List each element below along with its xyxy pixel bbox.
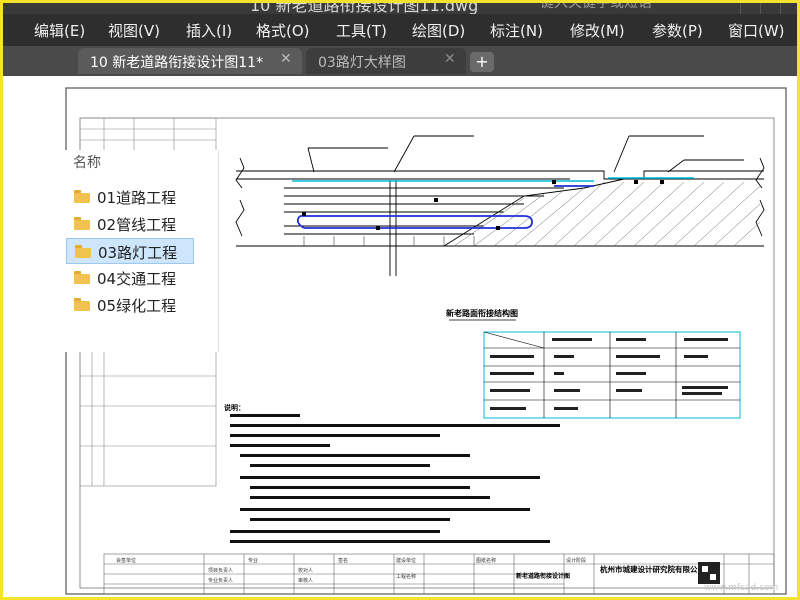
folder-icon: [74, 271, 90, 284]
folder-label: 03路灯工程: [98, 244, 178, 262]
pavement-section-drawing: [235, 135, 765, 276]
menu-format[interactable]: 格式(O): [256, 20, 310, 41]
tb-label-design-stage: 设计阶段: [566, 557, 586, 564]
tb-label-checker: 校对人: [298, 567, 313, 574]
folder-icon: [74, 217, 90, 230]
folder-item-pipeline-engineering[interactable]: 02管线工程: [66, 211, 194, 237]
folder-icon: [74, 298, 90, 311]
existing-road-hatch: [453, 181, 761, 247]
tab-label: 03路灯大样图: [318, 55, 406, 71]
new-tab-button[interactable]: +: [470, 52, 494, 72]
panel-header-name: 名称: [73, 155, 101, 171]
notes-label: 说明：: [224, 403, 245, 412]
maximize-button[interactable]: [760, 0, 781, 14]
tab-close-icon[interactable]: ✕: [444, 51, 456, 67]
tb-label-signature: 签名: [338, 557, 348, 564]
tb-label-owner: 建设单位: [396, 557, 416, 564]
folder-item-greening-engineering[interactable]: 05绿化工程: [66, 292, 194, 318]
folder-label: 01道路工程: [97, 189, 177, 207]
folder-label: 05绿化工程: [97, 297, 177, 315]
tb-label-discipline: 专业: [248, 557, 258, 564]
menu-bar: 编辑(E) 视图(V) 插入(I) 格式(O) 工具(T) 绘图(D) 标注(N…: [0, 14, 800, 46]
folder-label: 04交通工程: [97, 270, 177, 288]
title-bar: 10 新老道路衔接设计图11.dwg 键入关键字或短语: [0, 0, 800, 14]
menu-insert[interactable]: 插入(I): [186, 20, 232, 41]
folder-item-road-engineering[interactable]: 01道路工程: [66, 184, 194, 210]
folder-item-street-light-engineering[interactable]: 03路灯工程: [66, 238, 194, 264]
tb-label-discipline-lead: 专业负责人: [208, 577, 233, 584]
menu-modify[interactable]: 修改(M): [570, 20, 625, 41]
search-box-hint[interactable]: 键入关键字或短语: [540, 0, 652, 12]
menu-tools[interactable]: 工具(T): [336, 20, 387, 41]
window-title: 10 新老道路衔接设计图11.dwg: [250, 0, 479, 14]
menu-edit[interactable]: 编辑(E): [34, 20, 85, 41]
base-hatch-strip: [303, 236, 475, 246]
close-window-button[interactable]: [780, 0, 800, 14]
minimize-button[interactable]: [740, 0, 761, 14]
watermark-text: www.mfcad.com: [704, 583, 778, 593]
tb-label-reviewer: 审核人: [298, 577, 313, 584]
folder-icon: [75, 245, 91, 258]
geogrid-cyan-lines: [292, 177, 694, 182]
tb-label-project-lead: 项目负责人: [208, 567, 233, 574]
tb-label-countersign: 会签单位: [116, 557, 136, 564]
folder-label: 02管线工程: [97, 216, 177, 234]
menu-parameter[interactable]: 参数(P): [652, 20, 703, 41]
tab-label: 10 新老道路衔接设计图11*: [90, 55, 264, 71]
menu-window[interactable]: 窗口(W): [728, 20, 785, 41]
tb-company-name: 杭州市城建设计研究院有限公司: [600, 564, 705, 574]
design-notes-text: [230, 414, 560, 543]
tab-street-light-detail[interactable]: 03路灯大样图 ✕: [306, 48, 466, 74]
menu-view[interactable]: 视图(V): [108, 20, 160, 41]
qr-code-mark: [698, 562, 720, 584]
folder-icon: [74, 190, 90, 203]
tb-sheet-title: 新老道路衔接设计图: [516, 572, 570, 580]
folder-list-panel: 名称 01道路工程 02管线工程 03路灯工程 04交通工程 05绿化工程: [60, 150, 219, 352]
menu-dimension[interactable]: 标注(N): [490, 20, 543, 41]
tab-close-icon[interactable]: ✕: [280, 51, 292, 67]
folder-item-traffic-engineering[interactable]: 04交通工程: [66, 265, 194, 291]
material-table-cells: [490, 338, 728, 410]
tb-label-project-name: 工程名称: [396, 573, 416, 580]
tab-new-old-road-design[interactable]: 10 新老道路衔接设计图11* ✕: [78, 48, 302, 74]
section-markers: [302, 180, 664, 230]
menu-draw[interactable]: 绘图(D): [412, 20, 465, 41]
tb-label-sheet-name: 图纸名称: [476, 557, 496, 564]
section-title-text: 新老路面衔接结构图: [446, 308, 518, 318]
